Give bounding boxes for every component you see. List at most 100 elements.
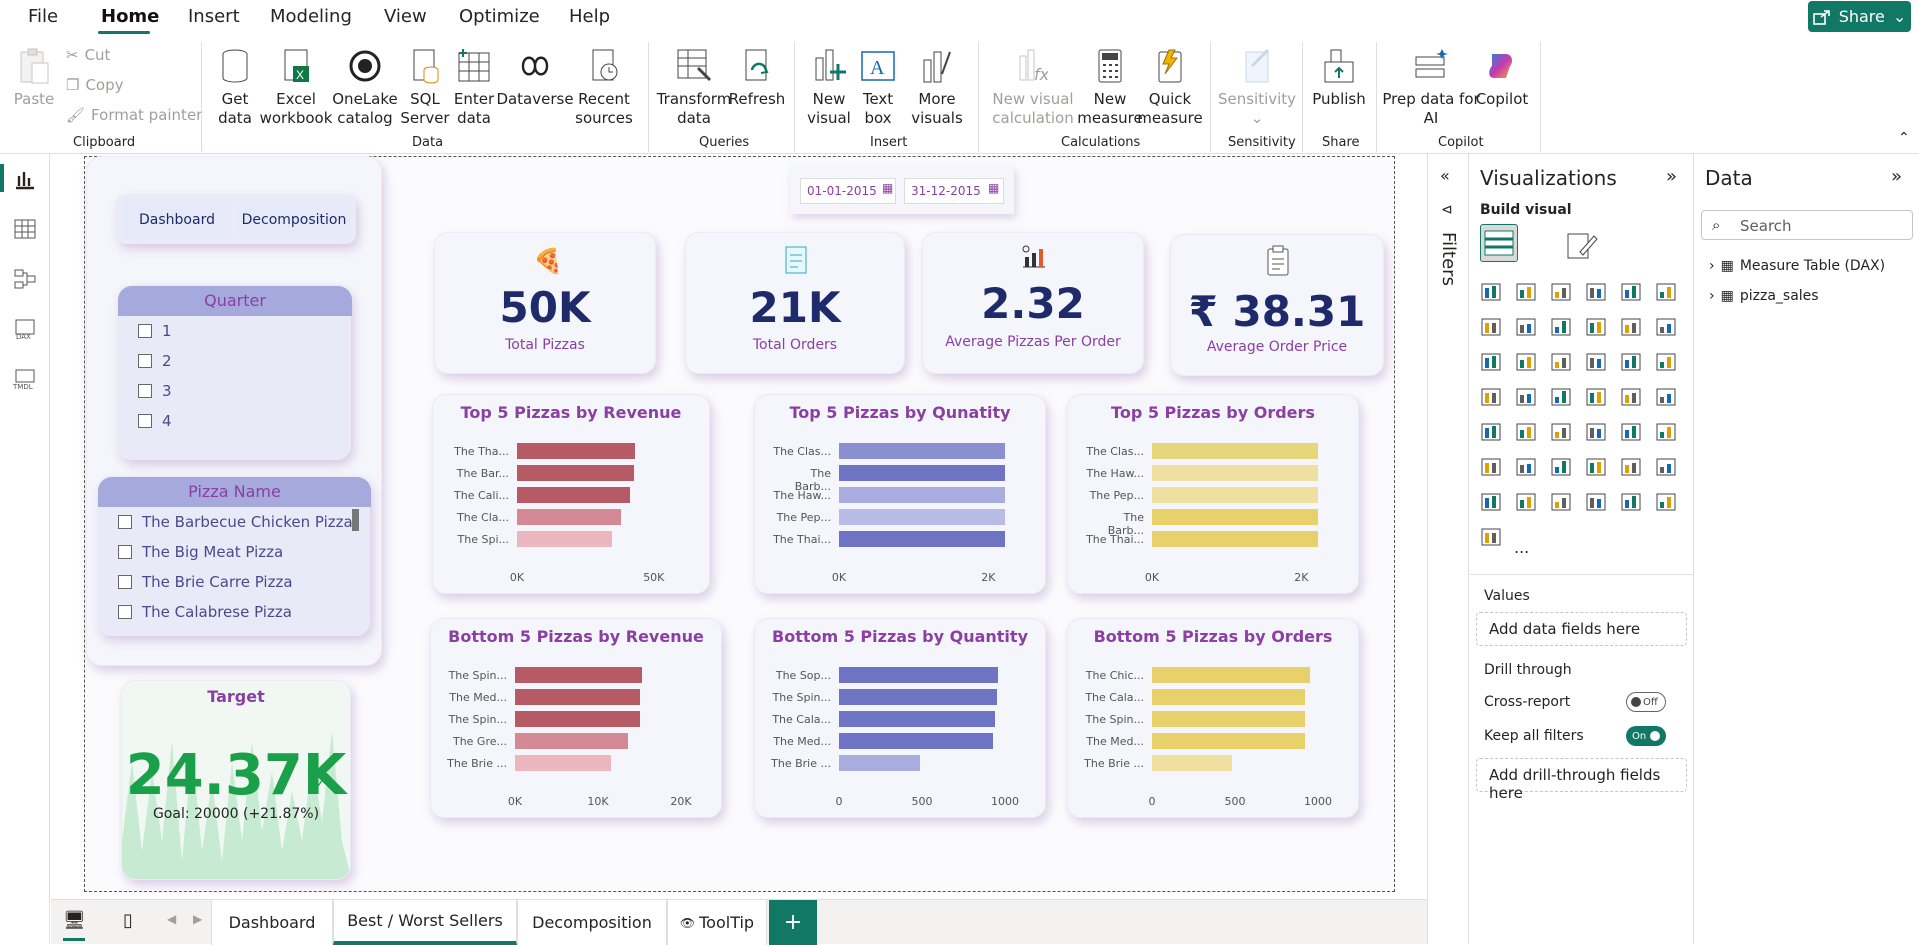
bar[interactable] bbox=[839, 755, 921, 771]
bar[interactable] bbox=[1152, 689, 1305, 705]
filled-map-visual-icon[interactable] bbox=[1550, 385, 1572, 407]
100pct-column-visual-icon[interactable] bbox=[1655, 280, 1677, 302]
text-box-button[interactable]: A Text box bbox=[856, 46, 900, 128]
tree-item-measure-table[interactable]: › ▦ Measure Table (DAX) bbox=[1709, 258, 1885, 274]
clustered-column-visual-icon[interactable] bbox=[1585, 280, 1607, 302]
table-visual-icon[interactable] bbox=[1620, 420, 1642, 442]
more-visuals-button[interactable]: More visuals bbox=[906, 46, 968, 128]
gauge-visual-icon[interactable] bbox=[1655, 385, 1677, 407]
quick-measure-button[interactable]: Quick measure bbox=[1137, 46, 1203, 128]
excel-workbook-button[interactable]: X Excel workbook bbox=[260, 46, 332, 128]
format-painter-button[interactable]: 🖌 Format painter bbox=[66, 106, 202, 124]
pizza-checkbox[interactable] bbox=[118, 575, 132, 589]
pizza-checkbox[interactable] bbox=[118, 515, 132, 529]
menu-optimize[interactable]: Optimize bbox=[459, 6, 540, 27]
stacked-column-visual-icon[interactable] bbox=[1515, 280, 1537, 302]
chart-top5-quantity[interactable]: Top 5 Pizzas by Qunatity The Clas... The B… bbox=[754, 394, 1046, 594]
metrics-visual-icon[interactable] bbox=[1515, 490, 1537, 512]
bar[interactable] bbox=[1152, 487, 1318, 503]
menu-help[interactable]: Help bbox=[569, 6, 610, 27]
recent-sources-button[interactable]: Recent sources bbox=[574, 46, 634, 128]
menu-view[interactable]: View bbox=[384, 6, 427, 27]
key-influencers-visual-icon[interactable] bbox=[1550, 455, 1572, 477]
bar[interactable] bbox=[515, 711, 640, 727]
new-measure-button[interactable]: New measure bbox=[1077, 46, 1143, 128]
card-visual-icon[interactable] bbox=[1480, 420, 1502, 442]
bar[interactable] bbox=[839, 443, 1005, 459]
bar[interactable] bbox=[839, 509, 1005, 525]
transform-data-button[interactable]: Transform data bbox=[657, 46, 731, 128]
report-view-icon[interactable] bbox=[13, 168, 37, 190]
publish-button[interactable]: Publish bbox=[1312, 46, 1366, 109]
bar[interactable] bbox=[1152, 465, 1318, 481]
treemap-visual-icon[interactable] bbox=[1480, 385, 1502, 407]
map-visual-icon[interactable] bbox=[1515, 385, 1537, 407]
chart-bottom5-orders[interactable]: Bottom 5 Pizzas by Orders The Chic... The … bbox=[1067, 618, 1359, 818]
prep-data-ai-button[interactable]: Prep data for AI bbox=[1382, 46, 1480, 128]
tab-best-worst-sellers[interactable]: Best / Worst Sellers bbox=[333, 900, 517, 945]
more-visuals-ellipsis[interactable]: ... bbox=[1514, 538, 1529, 557]
chart-bottom5-quantity[interactable]: Bottom 5 Pizzas by Quantity The Sop... The… bbox=[754, 618, 1046, 818]
bar[interactable] bbox=[515, 689, 640, 705]
bar[interactable] bbox=[517, 487, 631, 503]
bar[interactable] bbox=[515, 755, 612, 771]
quarter-checkbox[interactable] bbox=[138, 354, 152, 368]
dax-query-view-icon[interactable]: DAX bbox=[13, 318, 37, 340]
card-new-visual-icon[interactable] bbox=[1550, 490, 1572, 512]
line-visual-icon[interactable] bbox=[1480, 315, 1502, 337]
chart-bottom5-revenue[interactable]: Bottom 5 Pizzas by Revenue The Spin... The… bbox=[430, 618, 722, 818]
collapse-pane-icon[interactable]: » bbox=[1891, 166, 1902, 187]
calendar-icon[interactable]: ▦ bbox=[882, 181, 893, 195]
values-drop-zone[interactable]: Add data fields here bbox=[1476, 612, 1687, 646]
new-visual-button[interactable]: New visual bbox=[806, 46, 852, 128]
bar[interactable] bbox=[515, 733, 628, 749]
add-page-button[interactable]: + bbox=[769, 900, 817, 945]
100pct-bar-visual-icon[interactable] bbox=[1620, 280, 1642, 302]
bar[interactable] bbox=[1152, 733, 1305, 749]
menu-home[interactable]: Home bbox=[101, 6, 159, 27]
nav-decomposition-button[interactable]: Decomposition bbox=[237, 201, 351, 239]
share-button[interactable]: Share ⌄ bbox=[1808, 1, 1911, 32]
pie-visual-icon[interactable] bbox=[1620, 350, 1642, 372]
azure-map-visual-icon[interactable] bbox=[1620, 385, 1642, 407]
qa-visual-icon[interactable] bbox=[1620, 455, 1642, 477]
quarter-checkbox[interactable] bbox=[138, 414, 152, 428]
menu-modeling[interactable]: Modeling bbox=[270, 6, 352, 27]
bar[interactable] bbox=[839, 667, 999, 683]
build-visual-tab[interactable] bbox=[1480, 224, 1518, 262]
tab-dashboard[interactable]: Dashboard bbox=[211, 900, 333, 945]
tab-decomposition[interactable]: Decomposition bbox=[517, 900, 667, 945]
smart-narrative-visual-icon[interactable] bbox=[1655, 455, 1677, 477]
bar[interactable] bbox=[517, 443, 635, 459]
funnel-visual-icon[interactable] bbox=[1550, 350, 1572, 372]
get-data-button[interactable]: Get data bbox=[212, 46, 258, 128]
waterfall-visual-icon[interactable] bbox=[1515, 350, 1537, 372]
scroll-left-icon[interactable]: ◀ bbox=[167, 912, 176, 926]
calendar-icon[interactable]: ▦ bbox=[988, 181, 999, 195]
clustered-bar-visual-icon[interactable] bbox=[1550, 280, 1572, 302]
kpi-visual-icon[interactable] bbox=[1550, 420, 1572, 442]
slicer-scrollbar[interactable] bbox=[352, 509, 359, 531]
bar[interactable] bbox=[1152, 531, 1318, 547]
model-view-icon[interactable] bbox=[13, 268, 37, 290]
paginated-visual-icon[interactable] bbox=[1480, 490, 1502, 512]
quarter-checkbox[interactable] bbox=[138, 324, 152, 338]
filters-pane-collapsed[interactable]: « ⊲ Filters bbox=[1427, 154, 1469, 944]
bar[interactable] bbox=[839, 689, 997, 705]
python-visual-visual-icon[interactable] bbox=[1515, 455, 1537, 477]
power-automate-visual-icon[interactable] bbox=[1655, 490, 1677, 512]
100pct-area-visual-icon[interactable] bbox=[1585, 315, 1607, 337]
onelake-catalog-button[interactable]: OneLake catalog bbox=[332, 46, 398, 128]
power-apps-visual-icon[interactable] bbox=[1620, 490, 1642, 512]
smart-narrative-2-visual-icon[interactable] bbox=[1480, 525, 1502, 547]
menu-insert[interactable]: Insert bbox=[188, 6, 240, 27]
bar[interactable] bbox=[517, 509, 621, 525]
shape-map-visual-icon[interactable] bbox=[1585, 385, 1607, 407]
sql-server-button[interactable]: SQL Server bbox=[400, 46, 450, 128]
copy-button[interactable]: ❐ Copy bbox=[66, 76, 124, 94]
search-input[interactable]: ⌕ Search bbox=[1701, 210, 1913, 240]
area-visual-icon[interactable] bbox=[1515, 315, 1537, 337]
matrix-visual-icon[interactable] bbox=[1655, 420, 1677, 442]
paste-button[interactable]: Paste bbox=[14, 46, 54, 109]
donut-visual-icon[interactable] bbox=[1655, 350, 1677, 372]
